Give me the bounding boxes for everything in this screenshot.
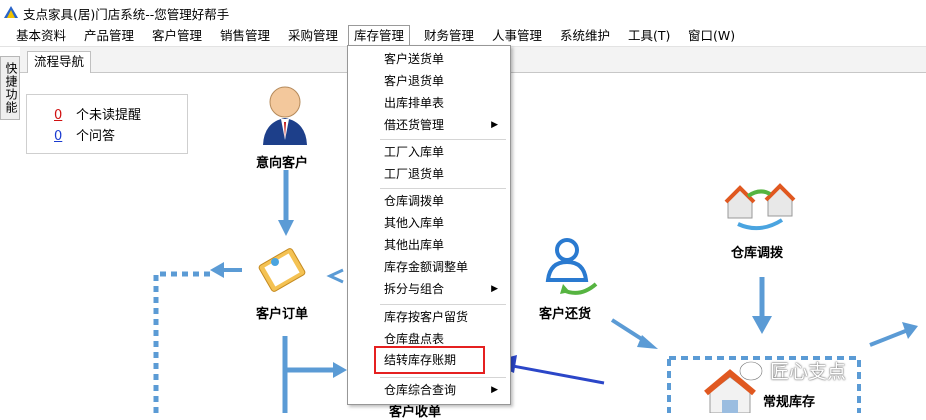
menu-item-label: 其他出库单 (384, 238, 445, 252)
menu-stock-reserve-by-customer[interactable]: 库存按客户留货 (348, 306, 510, 328)
regular-stock-label[interactable]: 常规库存 (763, 391, 815, 410)
menu-item-label: 借还货管理 (384, 118, 445, 132)
menu-other-inbound[interactable]: 其他入库单 (348, 212, 510, 234)
pointer-arrow-line (501, 362, 605, 385)
menu-outbound-schedule[interactable]: 出库排单表 (348, 92, 510, 114)
menu-warehouse-query[interactable]: 仓库综合查询 ▶ (348, 379, 510, 401)
menu-borrow-return[interactable]: 借还货管理 ▶ (348, 114, 510, 136)
menu-item-label: 仓库综合查询 (384, 383, 457, 397)
menu-customer-delivery[interactable]: 客户送货单 (348, 48, 510, 70)
submenu-arrow-icon: ▶ (491, 120, 498, 130)
highlight-close-stock-period (374, 346, 485, 374)
menu-item-label: 库存按客户留货 (384, 310, 469, 324)
menu-item-label: 其他入库单 (384, 216, 445, 230)
customer-return-icon[interactable] (545, 238, 598, 295)
menu-stock-amount-adjust[interactable]: 库存金额调整单 (348, 256, 510, 278)
submenu-arrow-icon: ▶ (491, 385, 498, 395)
menu-item-label: 库存金额调整单 (384, 260, 469, 274)
person-icon[interactable] (263, 86, 307, 145)
warehouse-transfer-label[interactable]: 仓库调拨 (731, 242, 783, 261)
flow-arrowhead-prospect-to-order (278, 220, 294, 236)
flow-arrow-order-down (282, 336, 335, 413)
menu-item-label: 客户送货单 (384, 52, 445, 66)
menu-separator (380, 139, 506, 140)
menu-item-label: 出库排单表 (384, 96, 445, 110)
menu-item-label: 拆分与组合 (384, 282, 445, 296)
menu-separator (380, 304, 506, 305)
customer-return-label[interactable]: 客户还货 (539, 303, 591, 322)
warehouse-transfer-icon[interactable] (724, 183, 796, 231)
flow-arrowhead-order-right (333, 362, 347, 378)
dashed-return-path (153, 271, 215, 413)
watermark-text: 匠心支点 (770, 361, 847, 383)
menu-item-label: 工厂入库单 (384, 145, 445, 159)
flow-arrowhead-transfer-to-stock (752, 316, 772, 334)
menu-item-label: 工厂退货单 (384, 167, 445, 181)
menu-separator (380, 377, 506, 378)
menu-customer-return[interactable]: 客户退货单 (348, 70, 510, 92)
menu-split-combine[interactable]: 拆分与组合 ▶ (348, 278, 510, 300)
menu-warehouse-transfer[interactable]: 仓库调拨单 (348, 190, 510, 212)
menu-other-outbound[interactable]: 其他出库单 (348, 234, 510, 256)
flow-arrow-stock-out (869, 328, 909, 347)
menu-factory-inbound[interactable]: 工厂入库单 (348, 141, 510, 163)
menu-separator (380, 188, 506, 189)
submenu-arrow-icon: ▶ (491, 284, 498, 294)
menu-item-label: 客户退货单 (384, 74, 445, 88)
menu-item-label: 仓库盘点表 (384, 332, 445, 346)
customer-order-label[interactable]: 客户订单 (256, 303, 308, 322)
menu-factory-return[interactable]: 工厂退货单 (348, 163, 510, 185)
flow-arrow-from-menu (326, 268, 344, 284)
order-clipboard-icon[interactable] (258, 248, 306, 293)
menu-item-label: 仓库调拨单 (384, 194, 445, 208)
flow-arrowhead-into-order (210, 262, 224, 278)
prospect-customer-label[interactable]: 意向客户 (256, 152, 308, 171)
